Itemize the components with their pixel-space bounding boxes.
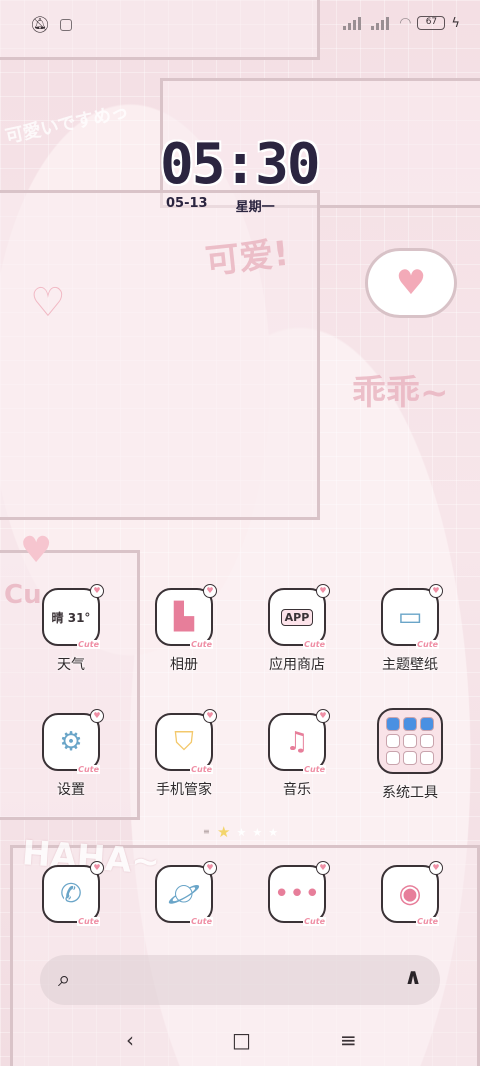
- dock-camera[interactable]: ◉ ♥ Cute: [360, 861, 460, 926]
- app-weather[interactable]: 晴 31° ♥ Cute 天气: [21, 584, 121, 674]
- app-label: 系统工具: [382, 785, 438, 801]
- signal-1-icon: [343, 16, 365, 30]
- app-label: 设置: [57, 782, 85, 798]
- wifi-icon: ◠: [399, 15, 412, 31]
- clock-date-row: 05-13 星期一: [166, 196, 275, 215]
- heart-icon: ♥: [20, 530, 53, 571]
- signal-2-icon: [371, 16, 393, 30]
- theme-roller-icon: ▭ ♥ Cute: [381, 584, 443, 649]
- app-label: 应用商店: [269, 657, 325, 673]
- app-store[interactable]: APP ♥ Cute 应用商店: [247, 584, 347, 674]
- app-label: 主题壁纸: [382, 657, 438, 673]
- page-dot: ★: [236, 825, 247, 839]
- mute-bell-icon: 🔕︎: [30, 15, 51, 34]
- messages-icon: ••• ♥ Cute: [268, 861, 330, 926]
- app-label: 天气: [57, 657, 85, 673]
- weather-icon: 晴 31° ♥ Cute: [42, 584, 104, 649]
- app-label: 音乐: [283, 782, 311, 798]
- assistant-icon[interactable]: ∧: [404, 965, 422, 990]
- clock-time[interactable]: 05:30: [160, 135, 321, 195]
- music-icon: ♫ ♥ Cute: [268, 709, 330, 774]
- page-dot-active: ★: [217, 823, 231, 841]
- wallpaper-text-cute: 可爱!: [203, 233, 291, 283]
- app-folder-system-tools[interactable]: 系统工具: [360, 708, 460, 802]
- back-button[interactable]: ‹: [126, 1028, 134, 1052]
- recents-button[interactable]: ≡: [340, 1028, 357, 1052]
- wallpaper-text-obedient: 乖乖~: [352, 373, 449, 413]
- navigation-bar: ‹ □ ≡: [0, 1012, 480, 1066]
- clock-date: 05-13: [166, 196, 208, 211]
- heart-outline-icon: ♡: [30, 280, 66, 326]
- app-music[interactable]: ♫ ♥ Cute 音乐: [247, 709, 347, 799]
- dock-messages[interactable]: ••• ♥ Cute: [247, 861, 347, 926]
- page-dot: ★: [252, 825, 263, 839]
- app-label: 手机管家: [156, 782, 212, 798]
- heart-bubble-icon: ♥: [365, 248, 457, 318]
- camera-icon: ◉ ♥ Cute: [381, 861, 443, 926]
- dock-browser[interactable]: 🪐︎ ♥ Cute: [134, 861, 234, 926]
- status-bar: 🔕︎ ◠ 67 ϟ: [0, 0, 480, 50]
- gallery-icon: ▙ ♥ Cute: [155, 584, 217, 649]
- app-store-icon: APP ♥ Cute: [268, 584, 330, 649]
- battery-icon: 67: [417, 16, 446, 30]
- search-icon[interactable]: ⌕: [58, 967, 70, 992]
- dock-phone[interactable]: ✆ ♥ Cute: [21, 861, 121, 926]
- clock-weekday: 星期一: [235, 200, 275, 215]
- search-bar[interactable]: ⌕ ∧: [40, 955, 440, 1005]
- menu-lines-icon: ≡: [203, 827, 210, 836]
- app-label: 相册: [170, 657, 198, 673]
- shield-icon: ⛉ ♥ Cute: [155, 709, 217, 774]
- phone-icon: ✆ ♥ Cute: [42, 861, 104, 926]
- gear-icon: ⚙ ♥ Cute: [42, 709, 104, 774]
- charging-bolt-icon: ϟ: [451, 15, 460, 31]
- page-indicator[interactable]: ≡ ★ ★ ★ ★: [203, 823, 278, 841]
- app-settings[interactable]: ⚙ ♥ Cute 设置: [21, 709, 121, 799]
- home-button[interactable]: □: [232, 1028, 251, 1052]
- app-themes[interactable]: ▭ ♥ Cute 主题壁纸: [360, 584, 460, 674]
- page-dot: ★: [268, 825, 279, 839]
- app-gallery[interactable]: ▙ ♥ Cute 相册: [134, 584, 234, 674]
- app-notification-icon: [60, 18, 73, 31]
- browser-planet-icon: 🪐︎ ♥ Cute: [155, 861, 217, 926]
- app-security[interactable]: ⛉ ♥ Cute 手机管家: [134, 709, 234, 799]
- folder-icon: [377, 708, 443, 774]
